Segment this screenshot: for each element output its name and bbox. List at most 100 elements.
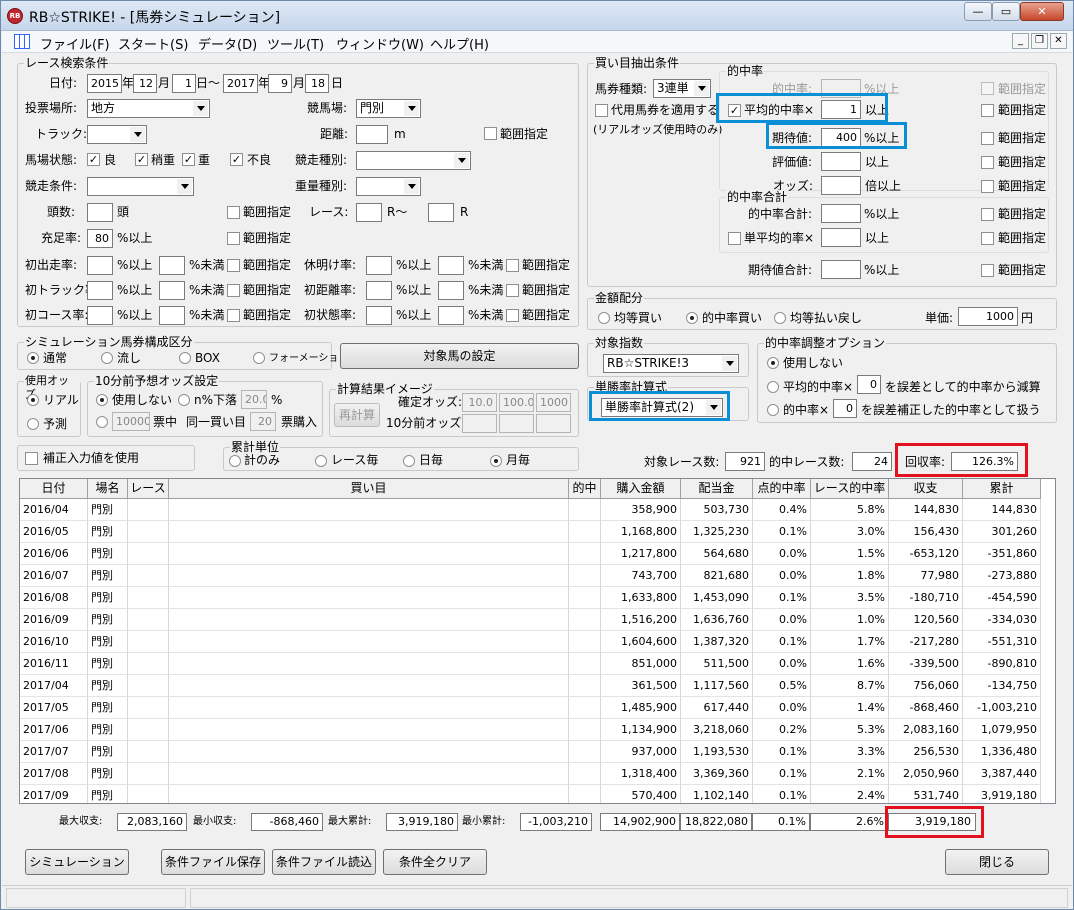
- first-condition-rate-min-input[interactable]: [366, 306, 392, 325]
- first-distance-rate-min-input[interactable]: [366, 281, 392, 300]
- target-index-select[interactable]: RB☆STRIKE!3: [603, 354, 739, 373]
- sim-normal-radio[interactable]: [27, 352, 39, 364]
- cond-good-checkbox[interactable]: ✓: [87, 153, 100, 166]
- race-to-input[interactable]: [428, 203, 454, 222]
- cond-slightly-heavy-checkbox[interactable]: ✓: [135, 153, 148, 166]
- odds-range-checkbox[interactable]: [981, 180, 994, 193]
- evaluation-input[interactable]: [821, 152, 861, 171]
- menu-file[interactable]: ファイル(F): [40, 34, 110, 53]
- ticket-type-select[interactable]: 3連単: [653, 79, 711, 98]
- expected-range-checkbox[interactable]: [981, 132, 994, 145]
- layoff-range-checkbox[interactable]: [506, 259, 519, 272]
- minimize-button[interactable]: —: [964, 2, 992, 21]
- pre10-votes-input[interactable]: 10000: [112, 412, 150, 431]
- odds-input[interactable]: [821, 176, 861, 195]
- menu-start[interactable]: スタート(S): [118, 34, 188, 53]
- start-month-input[interactable]: 12: [133, 74, 157, 93]
- odds-real-radio[interactable]: [27, 394, 39, 406]
- first-course-range-checkbox[interactable]: [227, 309, 240, 322]
- adjust-hit-radio[interactable]: [767, 404, 779, 416]
- heads-input[interactable]: [87, 203, 113, 222]
- menu-tools[interactable]: ツール(T): [267, 34, 324, 53]
- start-year-input[interactable]: 2015: [87, 74, 122, 93]
- close-window-button[interactable]: ✕: [1020, 2, 1064, 21]
- adjust-avg-radio[interactable]: [767, 381, 779, 393]
- agg-total-radio[interactable]: [229, 455, 241, 467]
- sim-nagashi-radio[interactable]: [101, 352, 113, 364]
- hit-sum-input[interactable]: [821, 204, 861, 223]
- first-course-rate-min-input[interactable]: [87, 306, 113, 325]
- column-header[interactable]: 配当金: [681, 479, 753, 499]
- pre10-drop-pct-input[interactable]: 20.0: [241, 390, 267, 409]
- first-run-rate-min-input[interactable]: [87, 256, 113, 275]
- child-close-button[interactable]: ✕: [1050, 33, 1067, 49]
- column-header[interactable]: 購入金額: [601, 479, 681, 499]
- first-track-rate-min-input[interactable]: [87, 281, 113, 300]
- unit-price-input[interactable]: 1000: [958, 307, 1018, 326]
- adjust-avg-input[interactable]: 0: [857, 375, 881, 394]
- menu-data[interactable]: データ(D): [198, 34, 257, 53]
- menu-help[interactable]: ヘルプ(H): [430, 34, 489, 53]
- hit-rate-range-checkbox[interactable]: [981, 82, 994, 95]
- sim-box-radio[interactable]: [179, 352, 191, 364]
- single-avg-range-checkbox[interactable]: [981, 232, 994, 245]
- sim-formation-radio[interactable]: [253, 352, 265, 364]
- pre10-none-radio[interactable]: [96, 394, 108, 406]
- child-restore-button[interactable]: ❐: [1031, 33, 1048, 49]
- column-header[interactable]: 累計: [963, 479, 1041, 499]
- alloc-equal-radio[interactable]: [598, 312, 610, 324]
- course-select[interactable]: 門別: [356, 99, 421, 118]
- target-horse-settings-button[interactable]: 対象馬の設定: [340, 343, 579, 369]
- heads-range-checkbox[interactable]: [227, 206, 240, 219]
- first-condition-range-checkbox[interactable]: [506, 309, 519, 322]
- first-distance-range-checkbox[interactable]: [506, 284, 519, 297]
- agg-race-radio[interactable]: [315, 455, 327, 467]
- results-table[interactable]: 日付 場名 レース 買い目 的中 購入金額 配当金 点的中率 レース的中率 収支 累計 2016/0…: [19, 478, 1056, 804]
- venue-select[interactable]: 地方: [87, 99, 210, 118]
- single-avg-input[interactable]: [821, 228, 861, 247]
- first-track-range-checkbox[interactable]: [227, 284, 240, 297]
- first-condition-rate-max-input[interactable]: [438, 306, 464, 325]
- cond-bad-checkbox[interactable]: ✓: [230, 153, 243, 166]
- load-conditions-button[interactable]: 条件ファイル読込: [272, 849, 376, 875]
- column-header[interactable]: 場名: [88, 479, 128, 499]
- column-header[interactable]: レース的中率: [811, 479, 889, 499]
- end-year-input[interactable]: 2017: [223, 74, 258, 93]
- first-course-rate-max-input[interactable]: [159, 306, 185, 325]
- evaluation-range-checkbox[interactable]: [981, 156, 994, 169]
- alloc-hit-rate-radio[interactable]: [686, 312, 698, 324]
- first-track-rate-max-input[interactable]: [159, 281, 185, 300]
- distance-range-checkbox[interactable]: [484, 127, 497, 140]
- use-correction-checkbox[interactable]: [25, 452, 38, 465]
- agg-day-radio[interactable]: [403, 455, 415, 467]
- column-header[interactable]: 日付: [20, 479, 88, 499]
- layoff-rate-max-input[interactable]: [438, 256, 464, 275]
- first-distance-rate-max-input[interactable]: [438, 281, 464, 300]
- save-conditions-button[interactable]: 条件ファイル保存: [161, 849, 265, 875]
- column-header[interactable]: 買い目: [169, 479, 569, 499]
- expected-sum-input[interactable]: [821, 260, 861, 279]
- odds-forecast-radio[interactable]: [27, 418, 39, 430]
- end-day-input[interactable]: 18: [305, 74, 329, 93]
- child-minimize-button[interactable]: _: [1012, 33, 1029, 49]
- expected-sum-range-checkbox[interactable]: [981, 264, 994, 277]
- clear-conditions-button[interactable]: 条件全クリア: [383, 849, 487, 875]
- race-condition-select[interactable]: [87, 177, 194, 196]
- fill-rate-input[interactable]: 80: [87, 229, 113, 248]
- menu-window[interactable]: ウィンドウ(W): [336, 34, 424, 53]
- column-header[interactable]: レース: [128, 479, 169, 499]
- pre10-drop-radio[interactable]: [178, 394, 190, 406]
- recalculate-button[interactable]: 再計算: [334, 403, 380, 427]
- start-day-input[interactable]: 1: [172, 74, 196, 93]
- agg-month-radio[interactable]: [490, 455, 502, 467]
- column-header[interactable]: 収支: [889, 479, 963, 499]
- column-header[interactable]: 的中: [569, 479, 601, 499]
- avg-hit-range-checkbox[interactable]: [981, 104, 994, 117]
- single-avg-checkbox[interactable]: [728, 232, 741, 245]
- adjust-none-radio[interactable]: [767, 357, 779, 369]
- first-run-rate-max-input[interactable]: [159, 256, 185, 275]
- race-type-select[interactable]: [356, 151, 471, 170]
- substitute-ticket-checkbox[interactable]: [595, 104, 608, 117]
- layoff-rate-min-input[interactable]: [366, 256, 392, 275]
- first-run-range-checkbox[interactable]: [227, 259, 240, 272]
